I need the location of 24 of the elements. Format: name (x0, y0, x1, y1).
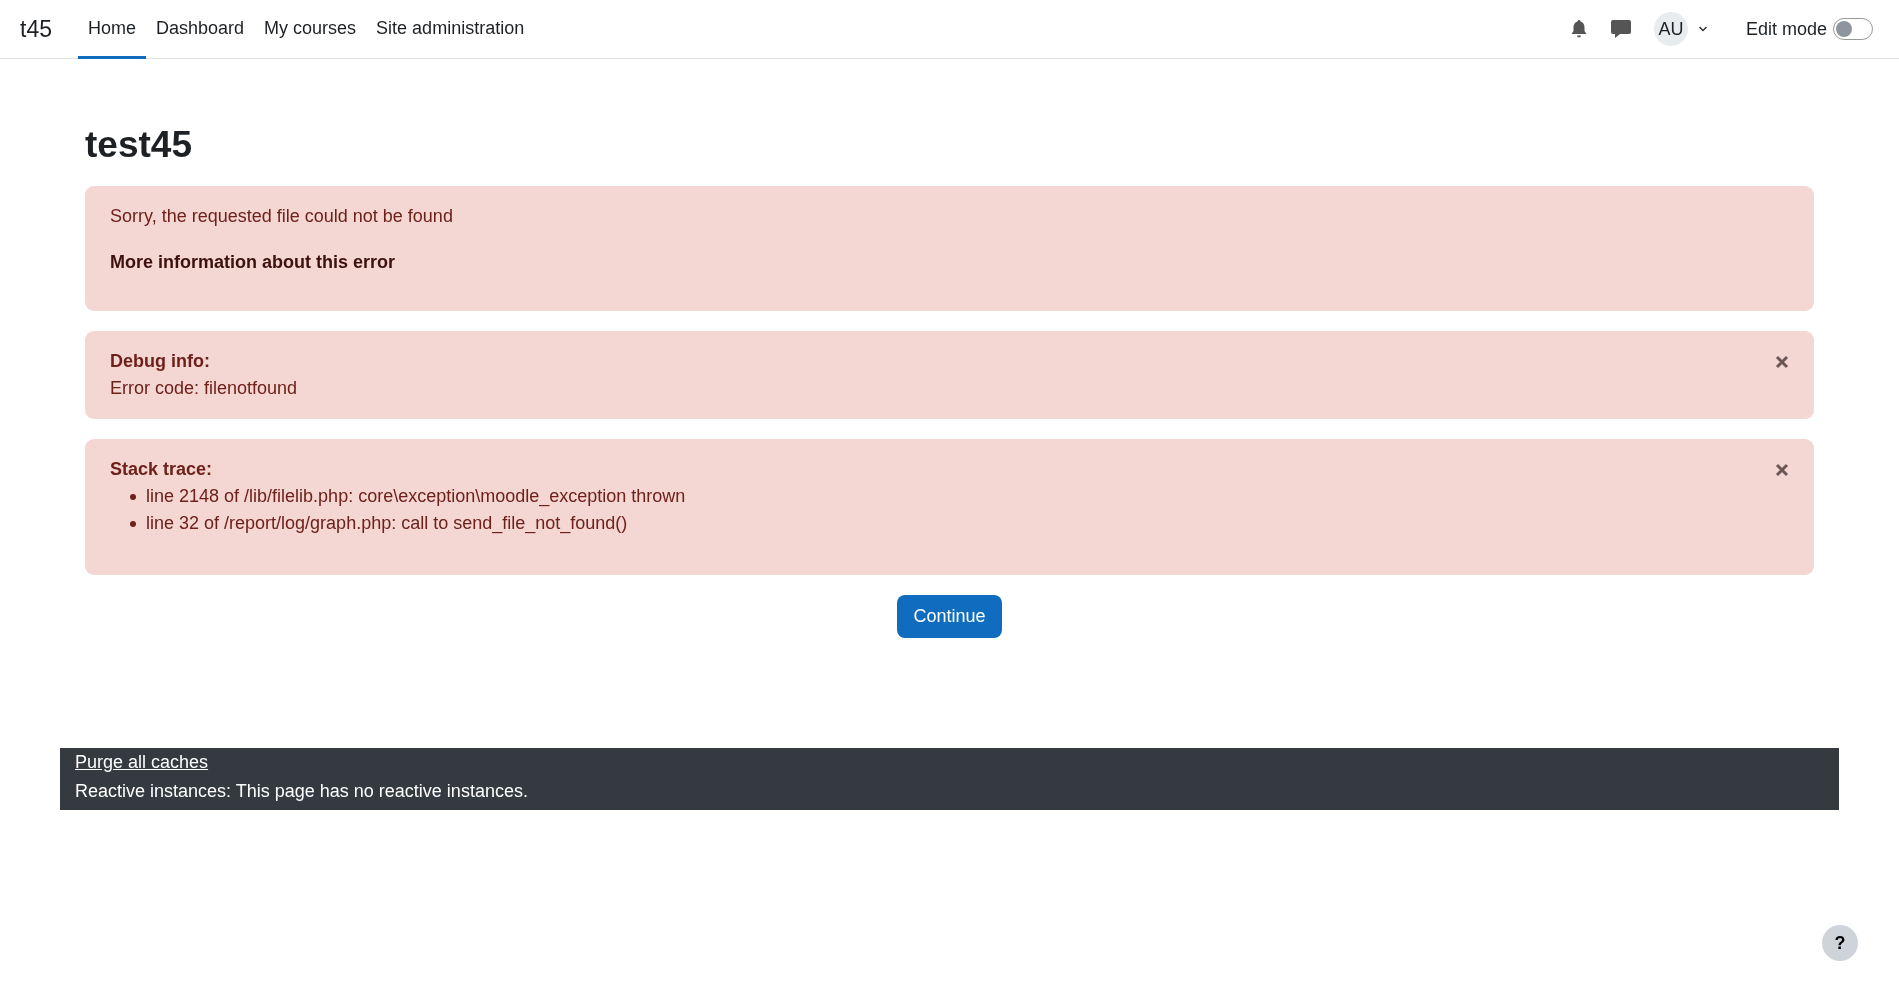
bell-icon[interactable] (1569, 19, 1588, 39)
footer-text: Reactive instances: This page has no reactive instances. (75, 781, 529, 802)
purge-caches-link[interactable]: Purge all caches (75, 752, 209, 773)
nav-link[interactable]: Home (78, 0, 146, 59)
stack-trace-line: line 32 of /report/log/graph.php: call to send_file_not_found() (130, 513, 1775, 534)
page-title: test45 (85, 124, 193, 166)
edit-mode-label: Edit mode (1745, 18, 1827, 40)
nav-link[interactable]: My courses (254, 0, 367, 59)
more-info-heading: More information about this error (110, 252, 396, 273)
user-avatar[interactable]: AU (1653, 12, 1688, 46)
nav-link[interactable]: Dashboard (146, 0, 255, 59)
close-icon[interactable] (1775, 463, 1789, 477)
debug-title: Debug info: (110, 351, 211, 372)
continue-button[interactable]: Continue (897, 595, 1002, 638)
help-button[interactable]: ? (1822, 925, 1858, 961)
site-name[interactable]: t45 (20, 0, 52, 58)
debug-line: Error code: filenotfound (110, 378, 299, 399)
nav-link[interactable]: Site administration (366, 0, 535, 59)
stack-trace-title: Stack trace: (110, 459, 214, 480)
caret-icon[interactable] (1697, 25, 1708, 33)
close-icon[interactable] (1775, 355, 1789, 369)
chat-icon[interactable] (1609, 18, 1632, 40)
error-message: Sorry, the requested file could not be found (110, 206, 454, 227)
stack-trace-line: line 2148 of /lib/filelib.php: core\exception\moodle_exception thrown (130, 486, 1775, 507)
